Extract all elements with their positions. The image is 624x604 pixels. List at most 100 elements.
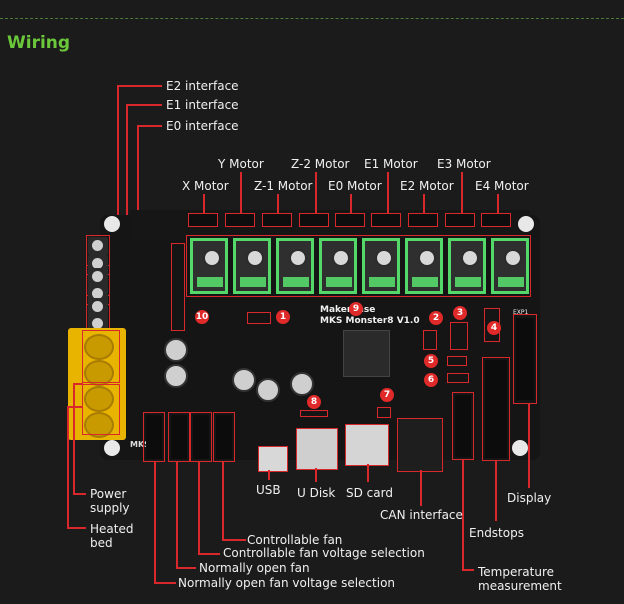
label-controllable-fan-voltage: Controllable fan voltage selection [223, 546, 425, 560]
callout-line [137, 125, 162, 127]
capacitor [164, 338, 188, 362]
callout-line [462, 569, 474, 571]
label-e2-motor: E2 Motor [400, 179, 454, 193]
label-y-motor: Y Motor [218, 157, 264, 171]
motor-connector-x [188, 213, 218, 227]
capacitor [290, 372, 314, 396]
callout-line [176, 567, 196, 569]
jumper-5-box [447, 356, 467, 366]
motor-connector-z1 [262, 213, 292, 227]
mount-hole [104, 216, 120, 232]
callout-line [495, 461, 497, 521]
jumper-8-box [300, 410, 328, 417]
usb-c-port [258, 446, 288, 472]
callout-line [277, 194, 279, 214]
endstop-connectors [485, 360, 507, 458]
label-z1-motor: Z-1 Motor [254, 179, 313, 193]
callout-line [240, 172, 242, 214]
callout-line [117, 85, 162, 87]
label-normally-open-fan: Normally open fan [199, 561, 310, 575]
callout-line [222, 462, 224, 540]
stepper-driver [448, 238, 486, 294]
mount-hole [512, 440, 528, 456]
callout-line [497, 194, 499, 214]
jumper-7-box [377, 407, 391, 418]
thermistor-connectors [455, 395, 471, 457]
callout-line [203, 194, 205, 214]
callout-line [268, 470, 270, 480]
badge-1: 1 [276, 310, 290, 324]
motor-connector-y [225, 213, 255, 227]
screw-terminal [88, 298, 108, 316]
jumper-1-box [247, 312, 271, 324]
sd-card-slot [345, 424, 389, 466]
power-supply-box [82, 330, 120, 383]
badge-7: 7 [380, 388, 394, 402]
screw-terminal [88, 268, 108, 286]
label-e3-motor: E3 Motor [437, 157, 491, 171]
callout-line [350, 194, 352, 214]
badge-5: 5 [424, 354, 438, 368]
label-controllable-fan: Controllable fan [247, 533, 343, 547]
mcu-chip [343, 330, 390, 377]
jumper-2-box [423, 330, 437, 350]
stepper-driver [233, 238, 271, 294]
label-power-supply: Power supply [90, 487, 130, 515]
label-e0-motor: E0 Motor [328, 179, 382, 193]
callout-line [67, 406, 83, 408]
capacitor [232, 368, 256, 392]
badge-3: 3 [453, 306, 467, 320]
stepper-driver [362, 238, 400, 294]
capacitor [256, 378, 280, 402]
callout-line [67, 406, 69, 528]
label-usb: USB [256, 483, 281, 497]
exp-header [516, 318, 534, 400]
fan-header [216, 415, 232, 459]
section-divider [0, 18, 624, 19]
motor-connector-e0 [335, 213, 365, 227]
label-endstops: Endstops [469, 526, 524, 540]
label-e0-interface: E0 interface [166, 119, 239, 133]
callout-line [315, 172, 317, 214]
callout-line [176, 462, 178, 568]
capacitor [164, 364, 188, 388]
heated-bed-box [82, 384, 120, 435]
screw-terminal [88, 237, 108, 255]
label-sd-card: SD card [346, 486, 393, 500]
callout-line [420, 470, 422, 506]
badge-9: 9 [349, 302, 363, 316]
fan-header [171, 415, 187, 459]
callout-line [461, 172, 463, 214]
motor-connector-e2 [408, 213, 438, 227]
label-temperature-measurement: Temperature measurement [478, 565, 562, 593]
callout-line [154, 582, 176, 584]
mosfet-indicator-box [171, 243, 185, 331]
motor-connector-z2 [299, 213, 329, 227]
label-display: Display [507, 491, 552, 505]
callout-line [73, 383, 83, 385]
mount-hole [518, 216, 534, 232]
motor-connector-e3 [445, 213, 475, 227]
label-e2-interface: E2 interface [166, 79, 239, 93]
stepper-driver [319, 238, 357, 294]
jumper-3-box [450, 322, 468, 350]
motor-connector-e1 [371, 213, 401, 227]
can-rj11-port [397, 418, 443, 472]
callout-line [73, 493, 86, 495]
jumper-6-box [447, 373, 469, 383]
callout-line [126, 104, 162, 106]
badge-10: 10 [195, 310, 209, 324]
badge-6: 6 [424, 373, 438, 387]
label-e1-motor: E1 Motor [364, 157, 418, 171]
callout-line [154, 462, 156, 583]
board-model: MKS Monster8 V1.0 [320, 316, 420, 326]
fan-header [193, 415, 209, 459]
stepper-driver [276, 238, 314, 294]
usb-a-port [296, 428, 338, 470]
label-u-disk: U Disk [297, 486, 336, 500]
fan-header [146, 415, 162, 459]
label-e1-interface: E1 interface [166, 98, 239, 112]
mount-hole [104, 440, 120, 456]
callout-line [315, 468, 317, 482]
badge-4: 4 [487, 321, 501, 335]
